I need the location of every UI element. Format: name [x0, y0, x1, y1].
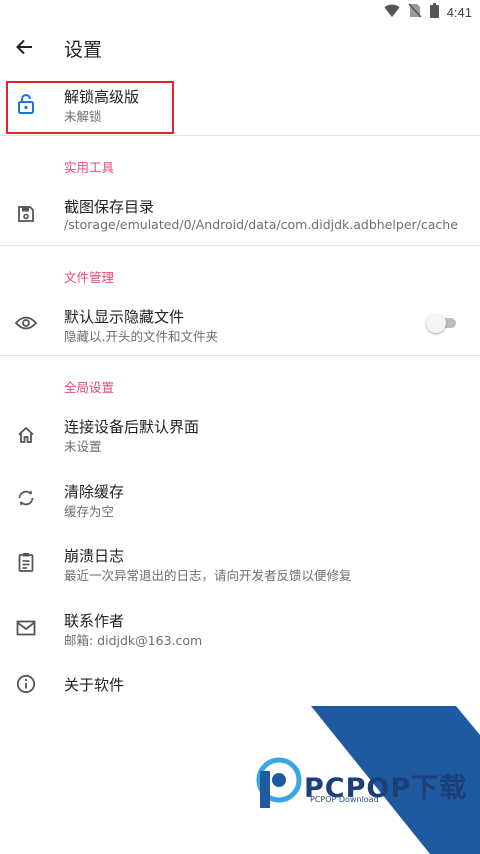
clipboard-icon: [14, 550, 38, 574]
toggle-thumb: [426, 313, 446, 333]
save-icon: [14, 202, 38, 226]
section-files-label: 文件管理: [64, 270, 115, 285]
info-icon: [14, 672, 38, 696]
hidden-files-subtitle: 隐藏以.开头的文件和文件夹: [64, 329, 218, 344]
watermark-subtext: PCPOP Download: [310, 795, 379, 804]
about-title: 关于软件: [64, 676, 125, 694]
battery-icon: [429, 3, 439, 22]
section-global-label: 全局设置: [64, 380, 115, 395]
sync-icon: [14, 486, 38, 510]
divider: [0, 355, 480, 356]
default-screen-row[interactable]: 连接设备后默认界面 未设置: [0, 410, 480, 460]
unlock-highlight-box: [6, 81, 174, 134]
default-screen-title: 连接设备后默认界面: [64, 418, 200, 436]
crash-log-row[interactable]: 崩溃日志 最近一次异常退出的日志，请向开发者反馈以便修复: [0, 540, 480, 590]
mail-icon: [14, 616, 38, 640]
pcpop-logo-icon: [256, 757, 302, 808]
no-sim-icon: [408, 3, 422, 22]
arrow-back-icon[interactable]: [10, 33, 38, 61]
hidden-files-title: 默认显示隐藏文件: [64, 308, 185, 326]
status-time: 4:41: [446, 5, 472, 20]
contact-author-row[interactable]: 联系作者 邮箱: didjdk@163.com: [0, 605, 480, 655]
crash-log-title: 崩溃日志: [64, 547, 125, 565]
clear-cache-row[interactable]: 清除缓存 缓存为空: [0, 475, 480, 525]
wifi-icon: [384, 3, 400, 22]
screenshot-dir-row[interactable]: 截图保存目录 /storage/emulated/0/Android/data/…: [0, 190, 480, 240]
about-row[interactable]: 关于软件: [0, 668, 480, 702]
crash-log-subtitle: 最近一次异常退出的日志，请向开发者反馈以便修复: [64, 568, 352, 583]
divider: [0, 245, 480, 246]
page-title: 设置: [64, 39, 103, 61]
section-tools-label: 实用工具: [64, 160, 115, 175]
home-icon: [14, 423, 38, 447]
screenshot-dir-path: /storage/emulated/0/Android/data/com.did…: [64, 217, 458, 232]
hidden-files-row[interactable]: 默认显示隐藏文件 隐藏以.开头的文件和文件夹: [0, 300, 480, 350]
screenshot-dir-title: 截图保存目录: [64, 198, 155, 216]
clear-cache-title: 清除缓存: [64, 483, 125, 501]
eye-icon: [14, 311, 38, 335]
status-bar: 4:41: [0, 0, 480, 24]
contact-author-title: 联系作者: [64, 612, 125, 630]
clear-cache-subtitle: 缓存为空: [64, 504, 115, 519]
default-screen-subtitle: 未设置: [64, 439, 102, 454]
app-bar: 设置: [0, 24, 480, 70]
hidden-files-toggle[interactable]: [426, 313, 456, 333]
contact-author-email: 邮箱: didjdk@163.com: [64, 633, 203, 648]
divider: [0, 135, 480, 136]
